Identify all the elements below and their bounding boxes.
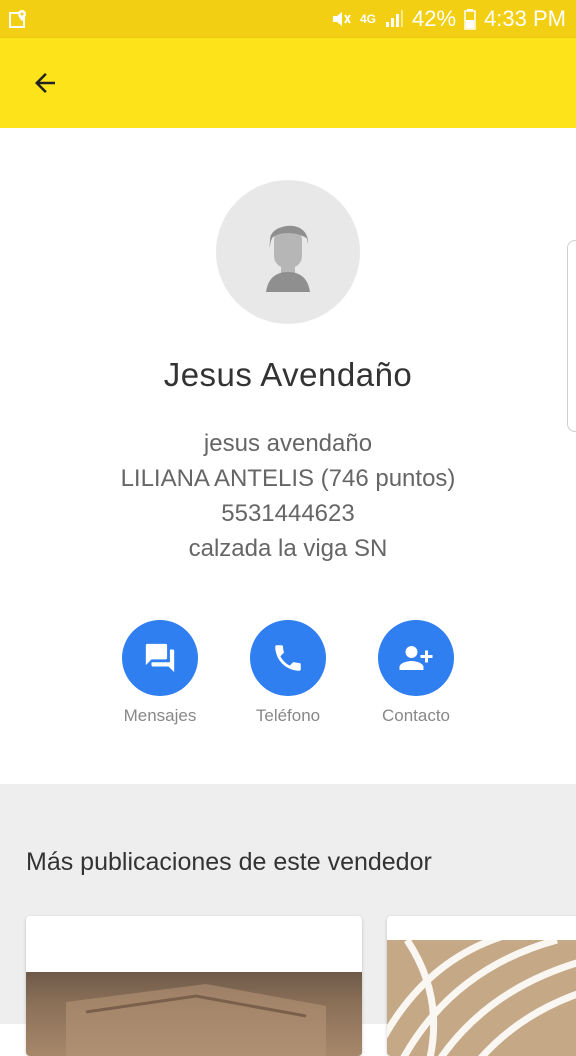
- battery-icon: [464, 9, 476, 30]
- chat-icon: [145, 643, 175, 673]
- arrow-back-icon: [35, 73, 55, 93]
- clock: 4:33 PM: [484, 6, 566, 31]
- more-publications-section: Más publicaciones de este vendedor: [0, 784, 576, 1056]
- messages-circle[interactable]: [122, 620, 198, 696]
- signal-icon: [386, 10, 404, 27]
- profile-details: jesus avendaño LILIANA ANTELIS (746 punt…: [0, 426, 576, 566]
- app-bar: [0, 38, 576, 128]
- add-contact-circle[interactable]: [378, 620, 454, 696]
- messages-button[interactable]: Mensajes: [95, 620, 225, 726]
- cardboard-texture: [66, 984, 326, 1056]
- phone-circle[interactable]: [250, 620, 326, 696]
- status-right: 4G 42% 4:33 PM: [330, 6, 566, 32]
- publication-card[interactable]: [26, 916, 362, 1056]
- back-button[interactable]: [22, 60, 68, 106]
- person-placeholder-icon: [266, 225, 310, 292]
- profile-address: calzada la viga SN: [188, 535, 388, 562]
- status-bar: 4G 42% 4:33 PM: [0, 0, 576, 38]
- phone-button[interactable]: Teléfono: [223, 620, 353, 726]
- contact-label: Contacto: [381, 706, 451, 725]
- publication-card[interactable]: [387, 916, 576, 1056]
- messages-label: Mensajes: [123, 706, 197, 725]
- battery-percent: 42%: [412, 6, 457, 31]
- more-publications-title: Más publicaciones de este vendedor: [26, 848, 432, 876]
- phone-icon: [275, 645, 301, 671]
- profile-username: jesus avendaño: [203, 430, 373, 457]
- status-left: [8, 8, 30, 30]
- map-marker-icon: [9, 10, 26, 28]
- phone-label: Teléfono: [255, 706, 321, 725]
- add-person-icon: [399, 646, 433, 670]
- add-contact-button[interactable]: Contacto: [351, 620, 481, 726]
- profile-section: Jesus Avendaño jesus avendaño LILIANA AN…: [0, 128, 576, 784]
- mute-icon: [333, 12, 351, 26]
- profile-phone: 5531444623: [221, 500, 355, 527]
- wicker-pattern: [387, 926, 576, 1056]
- network-4g-icon: 4G: [360, 12, 377, 26]
- profile-reputation: LILIANA ANTELIS (746 puntos): [120, 465, 456, 492]
- edge-panel-handle[interactable]: [567, 240, 576, 432]
- publication-image: [387, 926, 576, 1056]
- avatar: [216, 180, 360, 324]
- contact-actions: Mensajes Teléfono Contacto: [0, 620, 576, 730]
- publication-image: [26, 972, 362, 1056]
- profile-name: Jesus Avendaño: [163, 356, 413, 393]
